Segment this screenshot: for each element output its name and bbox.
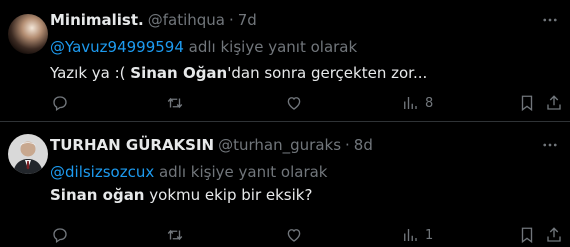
user-handle[interactable]: @turhan_guraks	[218, 136, 341, 154]
tweet-header: Minimalist. @fatihqua · 7d	[50, 10, 257, 30]
views-button[interactable]: 8	[401, 93, 433, 113]
share-button[interactable]	[545, 225, 563, 245]
like-button[interactable]	[285, 225, 303, 245]
share-button[interactable]	[545, 93, 563, 113]
like-button[interactable]	[285, 93, 303, 113]
reply-mention-link[interactable]: @Yavuz94999594	[50, 38, 184, 56]
reply-context: @Yavuz94999594 adlı kişiye yanıt olarak	[50, 38, 357, 56]
action-bar: 1	[50, 225, 561, 245]
text-part: Yazık ya :(	[50, 64, 131, 82]
text-bold-part: Sinan oğan	[50, 186, 145, 204]
separator-dot: ·	[345, 136, 350, 154]
reply-suffix: adlı kişiye yanıt olarak	[183, 38, 358, 56]
tweet-header: TURHAN GÜRAKSIN @turhan_guraks · 8d	[50, 135, 373, 155]
tweet-text: Sinan oğan yokmu ekip bir eksik?	[50, 186, 312, 204]
avatar[interactable]	[8, 14, 48, 54]
views-icon	[404, 229, 417, 241]
action-bar: 8	[50, 93, 561, 113]
bookmark-icon	[521, 227, 533, 244]
more-icon[interactable]	[540, 10, 560, 30]
display-name[interactable]: TURHAN GÜRAKSIN	[50, 136, 214, 154]
avatar[interactable]	[8, 134, 48, 174]
reply-suffix: adlı kişiye yanıt olarak	[154, 163, 328, 181]
retweet-button[interactable]	[166, 225, 184, 245]
reply-icon	[53, 228, 67, 244]
share-icon	[547, 227, 561, 242]
views-count: 8	[425, 95, 434, 111]
separator-dot: ·	[228, 11, 234, 29]
views-button[interactable]: 1	[401, 225, 433, 245]
tweet-1[interactable]: Minimalist. @fatihqua · 7d @Yavuz9499959…	[0, 0, 570, 122]
text-part: yokmu ekip bir eksik?	[144, 186, 313, 204]
tweet-2[interactable]: TURHAN GÜRAKSIN @turhan_guraks · 8d @dil…	[0, 122, 570, 247]
tweet-text: Yazık ya :( Sinan Oğan'dan sonra gerçekt…	[50, 64, 427, 82]
retweet-button[interactable]	[166, 93, 184, 113]
display-name[interactable]: Minimalist.	[50, 11, 144, 29]
like-icon	[287, 229, 301, 242]
more-icon[interactable]	[540, 135, 560, 155]
share-icon	[547, 95, 561, 110]
bookmark-button[interactable]	[518, 93, 536, 113]
user-handle[interactable]: @fatihqua	[148, 11, 225, 29]
retweet-icon	[167, 229, 183, 241]
text-bold-part: Sinan Oğan	[130, 64, 228, 82]
timestamp[interactable]: 8d	[354, 136, 373, 154]
reply-context: @dilsizsozcux adlı kişiye yanıt olarak	[50, 163, 328, 181]
bookmark-icon	[521, 95, 533, 112]
reply-button[interactable]	[51, 93, 69, 113]
reply-button[interactable]	[51, 225, 69, 245]
like-icon	[287, 97, 301, 110]
bookmark-button[interactable]	[518, 225, 536, 245]
text-part: 'dan sonra gerçekten zor...	[227, 64, 428, 82]
views-icon	[404, 97, 417, 109]
views-count: 1	[425, 227, 434, 243]
retweet-icon	[167, 97, 183, 109]
reply-icon	[53, 96, 67, 112]
timestamp[interactable]: 7d	[238, 11, 257, 29]
reply-mention-link[interactable]: @dilsizsozcux	[50, 163, 154, 181]
